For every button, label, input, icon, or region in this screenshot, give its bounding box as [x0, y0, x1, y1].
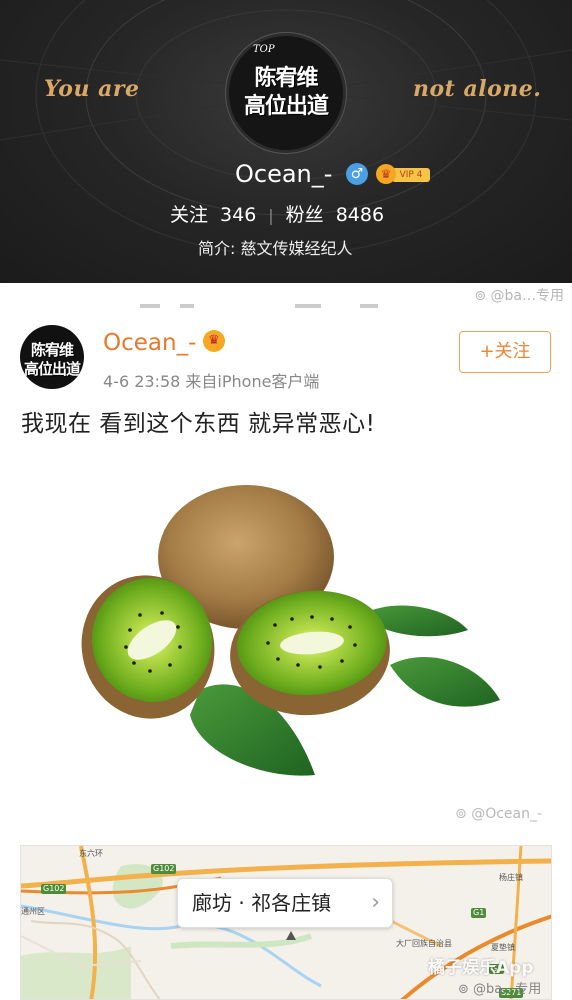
- logo-top-text: TOP: [253, 44, 275, 55]
- following-count: 346: [220, 204, 257, 226]
- crown-icon: ♛: [376, 164, 396, 184]
- image-watermark: ⊚ @Ocean_-: [455, 806, 542, 822]
- map-label-county: 大厂回族自治县: [396, 939, 452, 948]
- cropped-text-remnant: [140, 304, 378, 308]
- profile-logo-avatar[interactable]: TOP 陈宥维 高位出道: [229, 36, 343, 150]
- slogan-right: not alone.: [413, 76, 542, 102]
- profile-bio: 简介: 慈文传媒经纪人: [198, 239, 353, 258]
- follow-button[interactable]: +关注: [459, 331, 551, 373]
- weibo-watermark-top: ⊚ @ba…专用: [474, 285, 564, 305]
- male-gender-icon: ♂: [346, 163, 368, 185]
- watermark-text: @ba…专用: [490, 288, 564, 304]
- location-name: 廊坊 · 祁各庄镇: [192, 891, 332, 915]
- map-label-town: 夏垫镇: [491, 943, 515, 952]
- avatar-line2: 高位出道: [23, 360, 81, 378]
- location-label-button[interactable]: 廊坊 · 祁各庄镇 ›: [177, 878, 393, 928]
- map-label-road: G102: [151, 864, 177, 874]
- fans-stat[interactable]: 粉丝 8486: [286, 200, 384, 227]
- post-author-name[interactable]: Ocean_-: [103, 330, 196, 356]
- slogan-left: You are: [44, 76, 140, 102]
- leaf-right: [390, 657, 500, 707]
- post-text: 我现在 看到这个东西 就异常恶心!: [21, 411, 376, 437]
- following-label: 关注: [170, 204, 209, 226]
- map-label-town: 杨庄镇: [499, 873, 523, 882]
- chevron-right-icon: ›: [371, 890, 380, 915]
- map-label-road-name: 东六环: [79, 849, 103, 858]
- profile-banner: You are not alone. TOP 陈宥维 高位出道 Ocean_- …: [0, 0, 572, 283]
- map-label-district: 通州区: [21, 907, 45, 916]
- logo-line2: 高位出道: [243, 94, 329, 119]
- fans-count: 8486: [335, 204, 385, 226]
- fans-label: 粉丝: [285, 204, 324, 226]
- post-time-source: 4-6 23:58 来自iPhone客户端: [103, 372, 320, 391]
- map-label-highway: G1: [471, 908, 487, 918]
- weibo-icon: ⊚: [474, 288, 487, 304]
- following-stat[interactable]: 关注 346: [170, 200, 256, 227]
- vip-level-label: VIP 4: [392, 168, 430, 182]
- watermark-text: @ba…专用: [473, 982, 542, 997]
- profile-stats: 关注 346 | 粉丝 8486: [170, 200, 384, 227]
- stats-divider: |: [268, 206, 274, 225]
- weibo-icon: ⊚: [458, 982, 469, 997]
- image-watermark-text: @Ocean_-: [471, 806, 543, 822]
- vip-crown-icon: ♛: [203, 330, 225, 352]
- brand-watermark: 橘子娱乐App: [428, 958, 534, 978]
- avatar-line1: 陈宥维: [30, 341, 74, 359]
- weibo-watermark-bottom: ⊚ @ba…专用: [458, 978, 541, 997]
- profile-name: Ocean_-: [235, 160, 333, 188]
- post-avatar[interactable]: 陈宥维 高位出道: [20, 325, 84, 389]
- weibo-icon: ⊚: [455, 806, 467, 822]
- kiwi-fruit-photo[interactable]: [70, 475, 510, 785]
- map-label-road: G102: [41, 884, 67, 894]
